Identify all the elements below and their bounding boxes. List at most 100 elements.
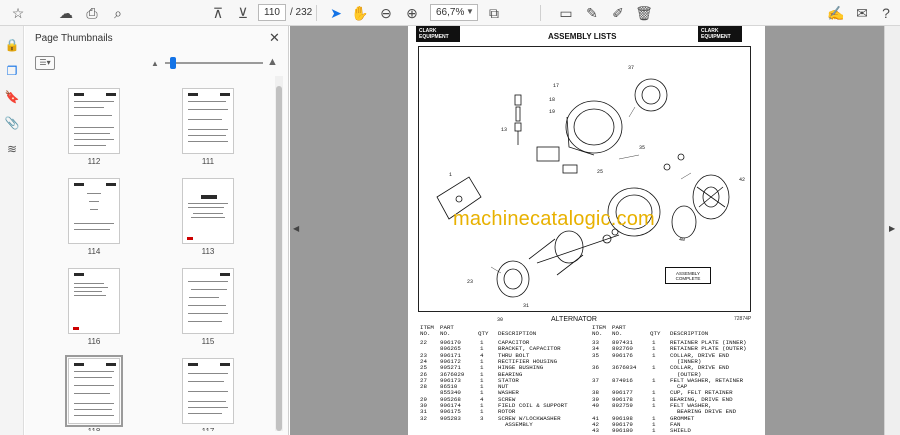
page-number-input[interactable]: 110 <box>258 4 286 21</box>
slider-handle[interactable] <box>170 57 176 69</box>
hand-tool-icon[interactable]: ✋ <box>350 3 370 23</box>
thumbnail-scrollbar[interactable] <box>275 76 283 431</box>
page-thumbnails-icon[interactable]: ❐ <box>3 62 21 80</box>
toolbar-divider <box>540 5 541 21</box>
pen-icon[interactable]: ✎ <box>582 3 602 23</box>
page-fit-icon[interactable]: ⧉ <box>484 3 504 23</box>
part-callout: 40 <box>679 237 686 243</box>
header-part-no: NO. <box>612 330 623 337</box>
header-qty: QTY <box>650 330 661 337</box>
sign-icon[interactable]: ✍ <box>826 3 846 23</box>
thumbnail-item[interactable]: 113 <box>153 178 263 256</box>
comment-icon[interactable]: ▭ <box>556 3 576 23</box>
part-row-desc: ASSEMBLY <box>498 420 533 428</box>
part-callout: 31 <box>523 303 530 309</box>
thumbnail-item[interactable]: 112 <box>39 88 149 166</box>
clark-logo-left: CLARK EQUIPMENT <box>416 26 460 42</box>
assembly-complete-box: ASSEMBLY COMPLETE <box>665 267 711 284</box>
part-callout: 1 <box>449 172 453 178</box>
document-scrollbar[interactable]: ▶ <box>884 26 900 435</box>
thumbnail-tools: ☰▾ ▲ ▲ <box>33 54 281 72</box>
large-thumbnail-icon[interactable]: ▲ <box>267 56 278 68</box>
close-icon[interactable]: ✕ <box>269 30 280 46</box>
toolbar-divider <box>316 5 317 21</box>
part-callout: 30 <box>497 317 504 323</box>
thumbnail-label: 116 <box>87 337 101 346</box>
thumbnail-label: 118 <box>39 427 149 431</box>
page-total-label: / 232 <box>290 7 313 18</box>
bookmark-icon[interactable]: 🔖 <box>3 88 21 106</box>
part-callout: 19 <box>549 109 556 115</box>
print-icon[interactable]: ⎙ <box>82 3 102 23</box>
part-row-qty: 1 <box>652 376 656 384</box>
figure-number: 72874P <box>734 316 752 322</box>
main-toolbar: ☆ ☁ ⎙ ⌕ ⊼ ⊻ 110 / 232 ➤ ✋ ⊖ ⊕ 66,7% ▼ ⧉ … <box>0 0 900 26</box>
upload-cloud-icon[interactable]: ☁ <box>56 3 76 23</box>
thumbnail-item[interactable]: 114 <box>39 178 149 256</box>
layers-icon[interactable]: ≋ <box>3 140 21 158</box>
thumbnail-label: 112 <box>87 157 101 166</box>
thumbnail-label: 111 <box>201 157 215 166</box>
part-row-qty: 1 <box>652 351 656 359</box>
part-row-qty: 1 <box>652 402 656 409</box>
part-row-part: 3676034 <box>612 364 637 372</box>
email-icon[interactable]: ✉ <box>852 3 872 23</box>
collapse-right-icon[interactable]: ▶ <box>889 224 895 233</box>
thumbnail-label: 114 <box>87 247 101 256</box>
header-no: NO. <box>420 330 431 337</box>
header-part-no: NO. <box>440 330 451 337</box>
attachment-icon[interactable]: 📎 <box>3 114 21 132</box>
watermark-text: machinecatalogic.com <box>453 208 655 230</box>
header-no: NO. <box>592 330 603 337</box>
part-row-item: 22 <box>420 339 427 346</box>
exploded-view-figure: 37 17 18 19 13 35 25 1 42 40 23 31 30 AS… <box>418 46 751 323</box>
thumbnail-label: 113 <box>201 247 215 256</box>
document-page: CLARK EQUIPMENT CLARK EQUIPMENT ASSEMBLY… <box>408 26 765 435</box>
part-row-part: 874916 <box>612 376 633 384</box>
part-row-part: 892759 <box>612 402 633 409</box>
next-page-button[interactable]: ⊻ <box>233 3 253 23</box>
part-row-part: 905283 <box>440 414 461 422</box>
page-thumbnails-panel: Page Thumbnails ✕ ☰▾ ▲ ▲ 112 111 114 113… <box>25 26 289 435</box>
part-row-item: 35 <box>592 351 599 359</box>
header-description: DESCRIPTION <box>670 330 709 337</box>
help-icon[interactable]: ? <box>876 3 896 23</box>
thumbnail-item[interactable]: 116 <box>39 268 149 346</box>
zoom-in-button[interactable]: ⊕ <box>402 3 422 23</box>
lock-icon[interactable]: 🔒 <box>3 36 21 54</box>
part-callout: 18 <box>549 97 556 103</box>
thumbnail-options-button[interactable]: ☰▾ <box>35 56 55 70</box>
thumbnail-size-slider[interactable] <box>165 62 263 64</box>
part-row-item: 32 <box>420 414 427 422</box>
part-callout: 23 <box>467 279 474 285</box>
part-callout: 17 <box>553 83 560 89</box>
collapse-left-icon[interactable]: ◀ <box>293 224 299 233</box>
figure-caption: ALTERNATOR <box>551 316 597 323</box>
chevron-down-icon[interactable]: ▼ <box>466 7 474 16</box>
part-row-qty: 1 <box>652 364 656 372</box>
part-callout: 35 <box>639 145 646 151</box>
previous-page-button[interactable]: ⊼ <box>208 3 228 23</box>
left-tool-rail: 🔒 ❐ 🔖 📎 ≋ <box>0 26 24 435</box>
highlight-icon[interactable]: ✐ <box>608 3 628 23</box>
thumbnail-list[interactable]: 112 111 114 113 116 115 <box>31 76 281 431</box>
star-icon[interactable]: ☆ <box>8 3 28 23</box>
document-viewer[interactable]: ◀ CLARK EQUIPMENT CLARK EQUIPMENT ASSEMB… <box>290 26 900 435</box>
thumbnail-label: 115 <box>201 337 215 346</box>
thumbnail-item[interactable]: 115 <box>153 268 263 346</box>
thumbnail-item[interactable]: 111 <box>153 88 263 166</box>
part-row-item: 28 <box>420 383 427 391</box>
zoom-search-icon[interactable]: ⌕ <box>108 3 128 23</box>
thumbnail-item[interactable]: 117 <box>153 358 263 431</box>
select-cursor-icon[interactable]: ➤ <box>326 3 346 23</box>
part-row-qty: 3 <box>480 414 484 422</box>
small-thumbnail-icon[interactable]: ▲ <box>151 59 159 68</box>
part-row-item: 36 <box>592 364 599 372</box>
zoom-out-button[interactable]: ⊖ <box>376 3 396 23</box>
part-callout: 37 <box>628 65 635 71</box>
part-callout: 13 <box>501 127 508 133</box>
thumbnail-item[interactable]: 118 <box>39 355 149 431</box>
trash-icon[interactable]: 🗑 <box>634 3 654 23</box>
panel-title: Page Thumbnails <box>35 33 113 44</box>
thumbnail-label: 117 <box>153 427 263 431</box>
